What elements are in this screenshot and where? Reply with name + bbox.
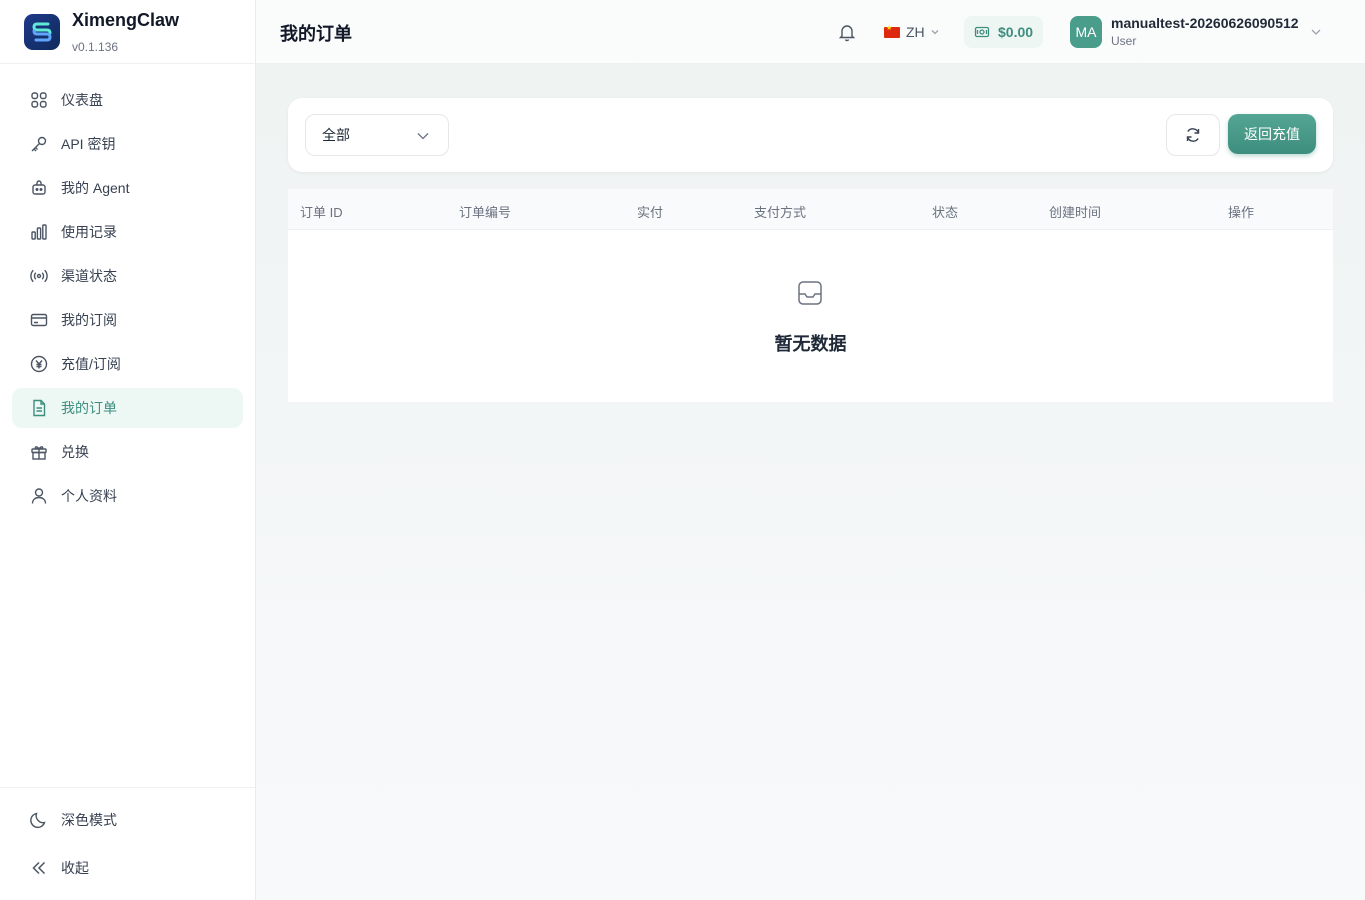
moon-icon [30,812,46,829]
signal-icon [30,269,48,283]
refresh-button[interactable] [1166,114,1220,156]
bell-icon[interactable] [837,22,857,42]
sidebar-nav: 仪表盘 API 密钥 我的 Agent 使用记录 渠道状态 我的订阅 充值/订阅… [12,80,243,520]
sidebar-item-my-orders[interactable]: 我的订单 [12,388,243,428]
sidebar-item-dashboard[interactable]: 仪表盘 [12,80,243,120]
agent-icon [32,180,46,195]
filter-bar: 全部 返回充值 [288,98,1333,172]
collapse-sidebar-button[interactable]: 收起 [12,848,243,888]
avatar: MA [1070,16,1102,48]
column-header: 创建时间 [1049,205,1102,220]
user-menu[interactable]: MA manualtest-20260626090512 User [1070,15,1323,49]
user-info: manualtest-20260626090512 User [1111,15,1299,49]
sidebar-item-my-agent[interactable]: 我的 Agent [12,168,243,208]
main-content: 我的订单 ZH $0.00 MA manualtest-202606260905… [256,0,1365,900]
column-header: 订单 ID [300,205,343,220]
sidebar-item-label: 我的 Agent [61,180,130,196]
chevron-down-icon [1311,29,1321,35]
document-icon [33,399,46,417]
logo-icon [32,22,52,42]
sidebar-item-redeem[interactable]: 兑换 [12,432,243,472]
sidebar-item-label: 我的订阅 [61,312,117,328]
status-filter-value: 全部 [322,127,350,143]
refresh-icon [1186,128,1200,142]
key-icon [31,136,47,152]
language-selector[interactable]: ZH [884,22,940,42]
sidebar-item-label: 使用记录 [61,224,117,240]
sidebar-item-usage[interactable]: 使用记录 [12,212,243,252]
card-icon [30,313,48,327]
chevron-down-icon [931,30,939,35]
collapse-label: 收起 [61,860,89,876]
back-to-recharge-button[interactable]: 返回充值 [1228,114,1316,154]
app-name: XimengClaw [72,10,180,30]
dark-mode-toggle[interactable]: 深色模式 [12,800,243,840]
sidebar-item-api-keys[interactable]: API 密钥 [12,124,243,164]
sidebar-item-label: 我的订单 [61,400,117,416]
user-name: manualtest-20260626090512 [1111,15,1299,31]
column-header: 支付方式 [754,205,807,220]
column-header: 操作 [1228,205,1255,220]
table-header: 订单 ID 订单编号 实付 支付方式 状态 创建时间 操作 [288,189,1333,230]
sidebar-item-label: 渠道状态 [61,268,117,284]
balance-amount: $0.00 [998,24,1034,40]
user-role: User [1111,34,1137,48]
column-header: 状态 [932,205,959,220]
yen-icon [30,355,48,373]
inbox-icon [798,281,822,305]
bar-chart-icon [31,224,47,240]
sidebar: XimengClaw v0.1.136 仪表盘 API 密钥 我的 Agent [0,0,256,900]
app-version: v0.1.136 [72,40,119,54]
dashboard-icon [31,92,47,108]
china-flag-icon [884,24,900,38]
user-icon [31,488,47,504]
status-filter-select[interactable]: 全部 [305,114,449,156]
app-logo[interactable] [24,14,60,50]
sidebar-footer: 深色模式 收起 [0,787,255,876]
sidebar-item-label: 兑换 [61,444,89,460]
brand: XimengClaw v0.1.136 [0,0,255,64]
top-header: 我的订单 ZH $0.00 MA manualtest-202606260905… [256,0,1365,64]
language-code: ZH [906,24,925,40]
wallet-icon [974,26,990,38]
empty-state-text: 暂无数据 [774,334,847,354]
orders-table: 订单 ID 订单编号 实付 支付方式 状态 创建时间 操作 暂无数据 [288,189,1333,402]
sidebar-item-label: 仪表盘 [61,92,103,108]
sidebar-item-label: API 密钥 [61,136,116,152]
sidebar-item-recharge[interactable]: 充值/订阅 [12,344,243,384]
column-header: 实付 [637,205,664,220]
dark-mode-label: 深色模式 [61,812,117,828]
balance-badge[interactable]: $0.00 [964,16,1044,48]
sidebar-item-my-subscription[interactable]: 我的订阅 [12,300,243,340]
page-title: 我的订单 [280,24,352,44]
sidebar-item-profile[interactable]: 个人资料 [12,476,243,516]
gift-icon [31,446,47,460]
sidebar-item-label: 充值/订阅 [61,356,121,372]
sidebar-item-label: 个人资料 [61,488,117,504]
chevron-down-icon [417,133,429,140]
sidebar-item-channel-status[interactable]: 渠道状态 [12,256,243,296]
double-chevron-left-icon [32,861,46,875]
column-header: 订单编号 [459,205,512,220]
